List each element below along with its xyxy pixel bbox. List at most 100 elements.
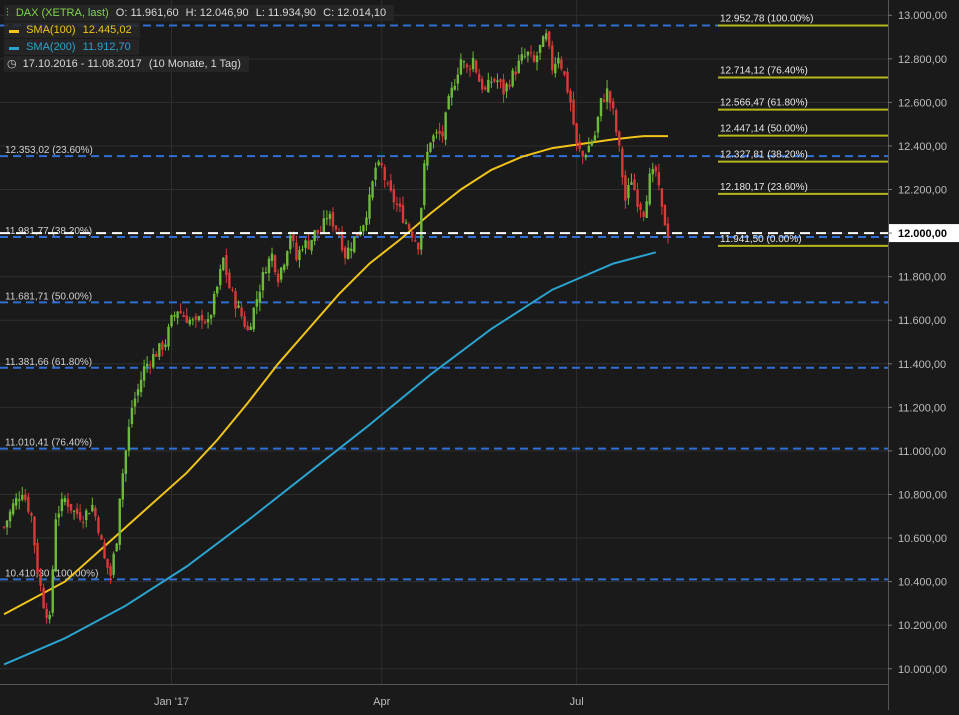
candle-down — [149, 364, 152, 366]
candle-up — [60, 499, 64, 512]
candle-down — [392, 189, 396, 203]
open-value: O: 11.961,60 — [115, 6, 179, 19]
candle-down — [666, 223, 670, 238]
candle-down — [529, 52, 533, 54]
y-tick-label: 13.000,00 — [898, 10, 947, 22]
candle-down — [551, 45, 554, 71]
low-value: L: 11.934,90 — [255, 6, 317, 19]
candle-up — [249, 326, 252, 331]
candle-up — [152, 354, 155, 368]
candle-down — [66, 498, 70, 507]
candle-up — [471, 58, 475, 70]
fib-right-label: 12.327,81 (38.20%) — [720, 150, 808, 161]
candle-up — [286, 251, 289, 266]
candle-down — [246, 325, 249, 330]
candle-up — [261, 272, 265, 291]
candle-down — [465, 64, 469, 68]
fib-level-label: 11.010,41 (76.40%) — [5, 438, 92, 449]
candle-up — [298, 250, 301, 261]
candle-up — [57, 513, 61, 518]
candle-up — [206, 319, 210, 323]
candle-up — [197, 316, 201, 321]
sma200-swatch-icon — [9, 46, 19, 50]
candle-down — [657, 172, 661, 186]
legend-sma200-row: SMA(200) 11.912,70 — [4, 38, 398, 55]
candle-up — [599, 98, 603, 117]
candle-up — [362, 225, 365, 232]
candle-up — [596, 116, 600, 133]
candle-down — [615, 110, 618, 133]
y-tick-label: 11.800,00 — [898, 272, 946, 284]
candle-up — [118, 498, 121, 545]
candle-up — [505, 83, 508, 92]
candle-down — [493, 78, 496, 82]
candle-down — [572, 99, 575, 125]
fib-level-label: 11.981,77 (38.20%) — [5, 226, 92, 237]
candle-down — [636, 189, 639, 207]
candle-down — [410, 231, 414, 238]
y-tick-label: 12.800,00 — [898, 54, 947, 66]
candle-down — [502, 79, 505, 95]
candle-up — [456, 74, 460, 84]
candle-up — [54, 519, 57, 572]
candle-up — [368, 194, 371, 219]
candle-down — [24, 494, 27, 500]
candle-up — [112, 553, 115, 575]
y-tick-label: 10.200,00 — [898, 620, 947, 632]
candle-up — [48, 614, 51, 620]
current-price-label: 12.000,00 — [898, 228, 947, 240]
candle-up — [426, 151, 429, 166]
candle-up — [270, 253, 274, 261]
candle-up — [535, 55, 539, 63]
candle-up — [72, 510, 76, 512]
candle-down — [477, 73, 481, 82]
candle-up — [526, 51, 530, 56]
sma100-swatch-icon — [9, 29, 19, 33]
candle-down — [103, 542, 106, 559]
y-tick-label: 12.200,00 — [898, 185, 947, 197]
candle-up — [18, 499, 21, 501]
candle-down — [407, 224, 411, 230]
candle-down — [27, 496, 30, 512]
candle-up — [627, 184, 630, 199]
candle-up — [404, 222, 408, 224]
candle-up — [420, 208, 423, 250]
candle-up — [630, 182, 633, 185]
candle-up — [490, 81, 493, 83]
fib-level-label: 11.681,71 (50.00%) — [5, 291, 92, 302]
candle-up — [264, 272, 268, 274]
candle-down — [398, 203, 402, 207]
price-chart[interactable]: 12.353,02 (23.60%) 11.981,77 (38.20%) 11.6… — [0, 0, 959, 710]
candle-down — [243, 316, 246, 327]
candle-down — [481, 79, 484, 90]
candle-up — [447, 96, 450, 110]
legend-sma100-row: SMA(100) 12.445,02 — [4, 21, 398, 38]
candle-up — [353, 236, 356, 252]
candle-down — [413, 240, 417, 242]
candle-up — [188, 319, 191, 325]
candle-up — [209, 315, 213, 319]
candle-up — [139, 379, 143, 393]
candle-up — [222, 257, 225, 270]
period-detail: (10 Monate, 1 Tag) — [148, 57, 241, 70]
candle-up — [517, 60, 520, 73]
chart-root: 12.353,02 (23.60%) 11.981,77 (38.20%) 11.6… — [0, 0, 959, 710]
candle-up — [605, 88, 609, 102]
candle-down — [334, 225, 338, 230]
candle-down — [295, 242, 298, 260]
candle-down — [240, 307, 243, 317]
x-tick-label: Jan '17 — [154, 696, 189, 708]
candle-down — [81, 521, 85, 523]
candle-up — [258, 291, 262, 303]
candle-down — [380, 162, 383, 166]
candle-up — [322, 218, 326, 233]
candle-down — [508, 84, 511, 87]
candle-up — [164, 344, 167, 348]
y-tick-label: 12.400,00 — [898, 141, 947, 153]
sma200-value: 11.912,70 — [82, 40, 131, 53]
candle-down — [639, 203, 642, 210]
candle-up — [587, 145, 591, 153]
candle-down — [660, 188, 664, 207]
candle-up — [91, 504, 94, 512]
y-tick-label: 10.000,00 — [898, 664, 947, 676]
